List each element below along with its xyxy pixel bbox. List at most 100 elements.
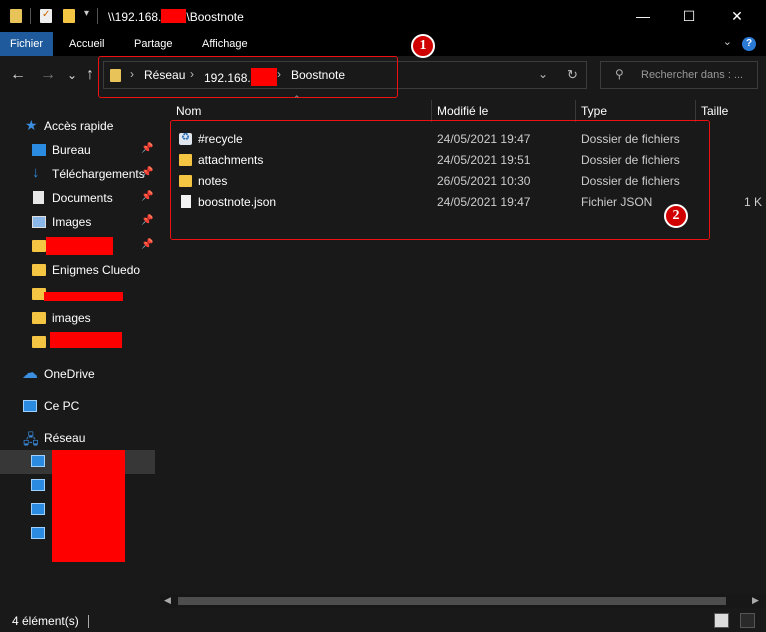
pin-icon[interactable]: 📌 [141,191,153,202]
tab-affichage[interactable]: Affichage [192,32,258,56]
sidebar-item-onedrive[interactable]: ☁ OneDrive [0,362,155,386]
pin-icon[interactable]: 📌 [141,143,153,154]
window-title-suffix: \Boostnote [186,10,244,24]
tab-partage[interactable]: Partage [124,32,183,56]
search-placeholder: Rechercher dans : ... [641,69,744,81]
help-icon[interactable]: ? [742,37,756,51]
document-icon [33,191,44,204]
sidebar-item-label: Bureau [52,143,91,157]
annotation-badge-1: 1 [411,34,435,58]
annotation-badge-2: 2 [664,204,688,228]
up-button[interactable]: ↑ [86,66,94,84]
status-bar: 4 élément(s) [0,610,766,632]
explorer-app-icon [10,9,22,23]
computer-icon [31,479,45,491]
sidebar-item-label: Réseau [44,431,86,445]
tab-accueil[interactable]: Accueil [59,32,114,56]
sidebar-item-images-folder[interactable]: images [0,306,155,330]
column-header-type[interactable]: Type [581,100,607,122]
scroll-left-icon[interactable]: ◀ [164,595,171,606]
search-icon: ⚲ [615,67,624,81]
scrollbar-thumb[interactable] [178,597,726,605]
item-count: 4 élément(s) [12,614,79,628]
window-title: \\192.168. \Boostnote [108,9,244,24]
sidebar-item-enigmes-cluedo[interactable]: Enigmes Cluedo [0,258,155,282]
maximize-button[interactable]: ☐ [666,0,712,32]
title-bar: ✓ ▾ \\192.168. \Boostnote — ☐ ✕ [0,0,766,32]
sidebar-item-images[interactable]: Images 📌 [0,210,155,234]
redaction [50,332,122,348]
details-view-icon[interactable] [714,613,729,628]
annotation-box-2 [170,120,710,240]
refresh-icon[interactable]: ↻ [567,67,578,83]
title-separator [97,8,98,24]
image-icon [32,216,46,228]
redaction [52,450,125,562]
column-header-size[interactable]: Taille [701,100,728,122]
pin-icon[interactable]: 📌 [141,239,153,250]
properties-icon[interactable]: ✓ [40,9,52,23]
sidebar-item-redacted-folder[interactable]: 📌 [0,234,155,258]
computer-icon [31,455,45,467]
computer-icon [31,527,45,539]
folder-icon [32,312,46,324]
large-icons-view-icon[interactable] [740,613,755,628]
folder-icon [32,240,46,252]
sidebar-item-label: Images [52,215,92,229]
desktop-icon [32,144,46,156]
ribbon-collapse-icon[interactable]: ⌄ [723,35,732,48]
file-size: 1 K [744,195,763,209]
title-separator [30,8,31,24]
sidebar-item-documents[interactable]: Documents 📌 [0,186,155,210]
window-title-prefix: \\192.168. [108,10,162,24]
new-folder-icon[interactable] [63,9,75,23]
status-separator [88,615,89,628]
sidebar-item-label: Ce PC [44,399,80,413]
annotation-box-1 [98,56,398,98]
sidebar-item-ce-pc[interactable]: Ce PC [0,394,155,418]
column-divider[interactable] [575,100,576,122]
folder-icon [32,336,46,348]
scroll-right-icon[interactable]: ▶ [752,595,759,606]
tab-fichier[interactable]: Fichier [0,32,54,56]
recent-locations-button[interactable]: ⌄ [67,66,77,84]
sidebar-item-redacted-folder[interactable] [0,282,155,306]
sidebar-item-label: Téléchargements [52,167,145,181]
sidebar-item-quick-access[interactable]: ★ Accès rapide [0,114,155,138]
star-icon: ★ [25,117,38,133]
column-divider[interactable] [695,100,696,122]
computer-icon [23,400,37,412]
sidebar-item-label: Enigmes Cluedo [52,263,141,277]
column-header-name[interactable]: Nom [176,100,201,122]
pin-icon[interactable]: 📌 [141,215,153,226]
pin-icon[interactable]: 📌 [141,167,153,178]
sidebar-item-redacted-folder[interactable] [0,330,155,354]
sidebar-item-label: Accès rapide [44,119,114,133]
sidebar-item-label: OneDrive [44,367,95,381]
sidebar-item-bureau[interactable]: Bureau 📌 [0,138,155,162]
address-dropdown-icon[interactable]: ⌄ [538,67,548,81]
ribbon-tabs: Fichier Accueil Partage Affichage ⌄ ? [0,32,766,56]
redaction [44,292,123,301]
sidebar-item-label: Documents [52,191,113,205]
back-button[interactable]: ← [10,66,26,84]
folder-icon [32,264,46,276]
cloud-icon: ☁ [22,365,38,382]
navigation-pane: ★ Accès rapide Bureau 📌 ↓ Téléchargement… [0,112,155,592]
sidebar-item-reseau[interactable]: 🖧 Réseau [0,426,155,450]
download-icon: ↓ [32,164,40,181]
horizontal-scrollbar[interactable]: ◀ ▶ [160,594,766,608]
computer-icon [31,503,45,515]
sort-indicator-icon: ⌃ [293,94,301,104]
sidebar-item-label: images [52,311,91,325]
column-header-modified[interactable]: Modifié le [437,100,488,122]
search-box[interactable]: ⚲ Rechercher dans : ... [600,61,758,89]
redaction [161,9,187,23]
sidebar-item-telechargements[interactable]: ↓ Téléchargements 📌 [0,162,155,186]
redaction [46,237,113,255]
quick-access-toolbar-dropdown-icon[interactable]: ▾ [84,8,89,19]
close-button[interactable]: ✕ [714,0,760,32]
column-divider[interactable] [431,100,432,122]
forward-button[interactable]: → [40,66,56,84]
minimize-button[interactable]: — [620,0,666,32]
